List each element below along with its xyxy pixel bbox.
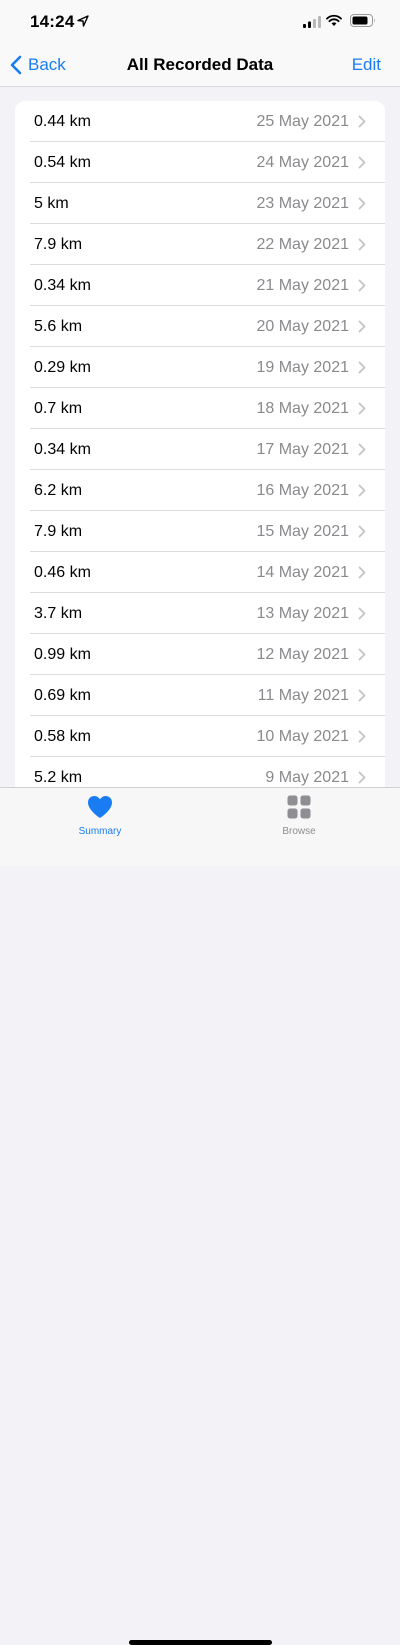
chevron-right-icon	[358, 607, 366, 620]
record-value: 0.58 km	[34, 727, 91, 745]
record-date: 22 May 2021	[256, 235, 349, 253]
chevron-right-icon	[358, 156, 366, 169]
tab-bar: Summary Browse	[0, 787, 400, 1645]
chevron-right-icon	[358, 238, 366, 251]
record-date: 18 May 2021	[256, 399, 349, 417]
list-item[interactable]: 0.44 km 25 May 2021	[15, 101, 385, 142]
chevron-right-icon	[358, 730, 366, 743]
list-item[interactable]: 0.58 km 10 May 2021	[15, 716, 385, 757]
list-item[interactable]: 0.7 km 18 May 2021	[15, 388, 385, 429]
chevron-right-icon	[358, 648, 366, 661]
record-date: 9 May 2021	[265, 768, 349, 786]
record-date: 14 May 2021	[256, 563, 349, 581]
list-item[interactable]: 5.6 km 20 May 2021	[15, 306, 385, 347]
record-date: 20 May 2021	[256, 317, 349, 335]
record-value: 7.9 km	[34, 235, 83, 253]
record-date: 15 May 2021	[256, 522, 349, 540]
record-value: 0.34 km	[34, 440, 91, 458]
list-item[interactable]: 7.9 km 22 May 2021	[15, 224, 385, 265]
tab-browse[interactable]: Browse	[249, 794, 349, 837]
chevron-right-icon	[358, 402, 366, 415]
chevron-right-icon	[358, 320, 366, 333]
tab-summary[interactable]: Summary	[50, 794, 150, 837]
record-date: 17 May 2021	[256, 440, 349, 458]
recorded-data-list: 0.44 km 25 May 2021 0.54 km 24 May 2021 …	[15, 101, 385, 801]
cellular-signal-icon	[303, 16, 321, 28]
list-item[interactable]: 0.34 km 21 May 2021	[15, 265, 385, 306]
chevron-right-icon	[358, 443, 366, 456]
record-date: 16 May 2021	[256, 481, 349, 499]
record-value: 0.69 km	[34, 686, 91, 704]
tab-label: Browse	[282, 826, 316, 837]
chevron-right-icon	[358, 689, 366, 702]
record-value: 0.46 km	[34, 563, 91, 581]
list-item[interactable]: 0.34 km 17 May 2021	[15, 429, 385, 470]
record-value: 3.7 km	[34, 604, 83, 622]
record-date: 10 May 2021	[256, 727, 349, 745]
record-value: 0.34 km	[34, 276, 91, 294]
list-item[interactable]: 0.46 km 14 May 2021	[15, 552, 385, 593]
record-value: 0.99 km	[34, 645, 91, 663]
battery-icon	[350, 14, 375, 27]
list-item[interactable]: 6.2 km 16 May 2021	[15, 470, 385, 511]
record-date: 12 May 2021	[256, 645, 349, 663]
record-date: 19 May 2021	[256, 358, 349, 376]
chevron-right-icon	[358, 484, 366, 497]
chevron-right-icon	[358, 525, 366, 538]
record-value: 7.9 km	[34, 522, 83, 540]
record-value: 5.6 km	[34, 317, 83, 335]
home-indicator[interactable]	[129, 1640, 272, 1645]
list-item[interactable]: 5 km 23 May 2021	[15, 183, 385, 224]
tab-label: Summary	[78, 826, 122, 837]
status-time: 14:24	[30, 12, 75, 31]
chevron-right-icon	[358, 197, 366, 210]
navigation-bar: Back All Recorded Data Edit	[0, 44, 400, 87]
record-value: 0.29 km	[34, 358, 91, 376]
list-item[interactable]: 3.7 km 13 May 2021	[15, 593, 385, 634]
record-value: 0.54 km	[34, 153, 91, 171]
page-title: All Recorded Data	[126, 55, 274, 74]
chevron-right-icon	[358, 566, 366, 579]
record-value: 0.44 km	[34, 112, 91, 130]
list-item[interactable]: 0.69 km 11 May 2021	[15, 675, 385, 716]
chevron-right-icon	[358, 279, 366, 292]
record-date: 11 May 2021	[257, 686, 349, 704]
record-date: 25 May 2021	[256, 112, 349, 130]
record-value: 6.2 km	[34, 481, 83, 499]
location-arrow-icon	[77, 15, 89, 27]
list-item[interactable]: 7.9 km 15 May 2021	[15, 511, 385, 552]
wifi-icon	[326, 14, 342, 26]
record-value: 5 km	[34, 194, 69, 212]
list-item[interactable]: 0.29 km 19 May 2021	[15, 347, 385, 388]
list-item[interactable]: 0.54 km 24 May 2021	[15, 142, 385, 183]
grid-icon	[287, 795, 311, 819]
chevron-right-icon	[358, 115, 366, 128]
record-date: 21 May 2021	[256, 276, 349, 294]
record-value: 0.7 km	[34, 399, 83, 417]
record-date: 24 May 2021	[256, 153, 349, 171]
chevron-right-icon	[358, 361, 366, 374]
record-value: 5.2 km	[34, 768, 83, 786]
record-date: 13 May 2021	[256, 604, 349, 622]
edit-button[interactable]: Edit	[352, 55, 381, 75]
heart-icon	[88, 796, 112, 818]
status-bar: 14:24	[0, 0, 400, 44]
list-item[interactable]: 0.99 km 12 May 2021	[15, 634, 385, 675]
chevron-right-icon	[358, 771, 366, 784]
record-date: 23 May 2021	[256, 194, 349, 212]
